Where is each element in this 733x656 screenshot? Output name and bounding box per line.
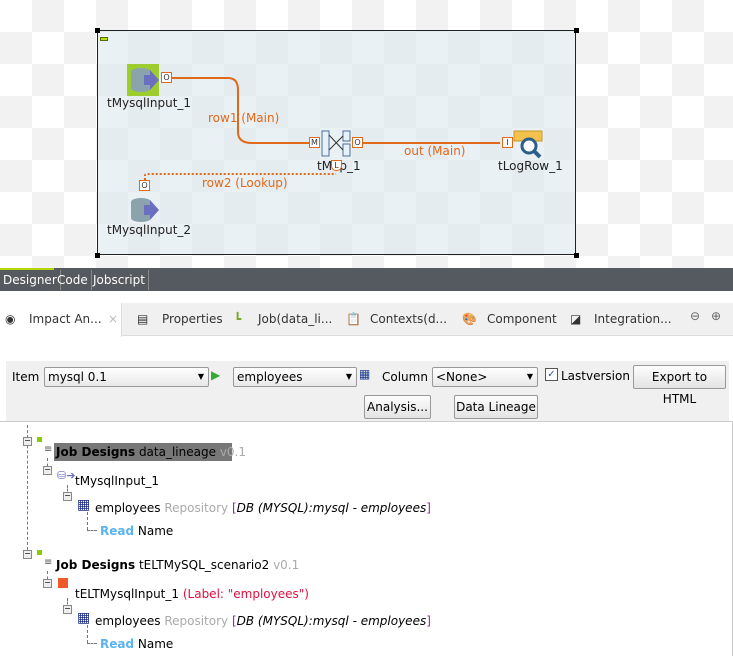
connector-out-icon[interactable]: O (139, 180, 150, 191)
job-prefix: Job Designs (56, 558, 136, 572)
collapse-toggle[interactable]: − (43, 466, 52, 475)
job-prefix: Job Designs (56, 445, 136, 459)
link-label[interactable]: row2 (Lookup) (202, 176, 288, 190)
properties-icon: ▤ (137, 312, 149, 326)
job-version: v0.1 (219, 445, 246, 459)
link-label[interactable]: out (Main) (404, 144, 465, 158)
tree-component-item[interactable]: tMysqlInput_1 (75, 474, 159, 488)
connector-out-icon[interactable]: O (161, 72, 172, 83)
tree-column-item[interactable]: Read Name (100, 524, 173, 538)
job-name: tELTMySQL_scenario2 (138, 558, 270, 572)
item-label: Item (12, 370, 40, 384)
item-select[interactable]: mysql 0.1 (44, 367, 209, 387)
mysql-input-icon: ⛁➔ (57, 469, 76, 482)
mysql-input-icon (131, 198, 159, 222)
collapse-toggle[interactable]: − (23, 437, 32, 446)
job-icon: ┗ (234, 312, 242, 326)
column-name: Name (137, 524, 174, 538)
contexts-icon: 📋 (346, 312, 361, 326)
table-select[interactable]: employees (233, 367, 357, 387)
job-icon: ≡ (44, 444, 53, 455)
tree-component-item[interactable]: tELTMysqlInput_1 (Label: "employees") (75, 587, 309, 601)
connector-out-icon[interactable]: O (352, 137, 363, 148)
tab-code[interactable]: Code (54, 270, 92, 290)
connector-main-icon[interactable]: M (309, 137, 320, 148)
connector-lookup-icon[interactable]: L (331, 160, 342, 171)
table-icon: ▦ (359, 367, 371, 381)
collapse-toggle[interactable]: − (63, 605, 72, 614)
access-type: Read (100, 524, 135, 538)
table-name: employees (95, 501, 161, 515)
tree-table-item[interactable]: employees Repository [DB (MYSQL):mysql -… (95, 614, 431, 628)
column-label: Column (382, 370, 428, 384)
repo-label: Repository (164, 614, 229, 628)
access-type: Read (100, 637, 135, 651)
eye-icon: ◉ (5, 312, 16, 326)
repo-label: Repository (164, 501, 229, 515)
collapse-toggle[interactable]: − (43, 579, 52, 588)
job-version: v0.1 (273, 558, 300, 572)
tab-designer[interactable]: Designer (0, 270, 61, 290)
collapse-toggle[interactable]: − (63, 492, 72, 501)
component-label[interactable]: tLogRow_1 (498, 159, 563, 173)
tab-job[interactable]: Job(data_li... (258, 303, 332, 336)
repo-path: DB (MYSQL):mysql - employees (236, 614, 427, 628)
integration-icon: ◪ (570, 312, 582, 326)
lastversion-checkbox[interactable]: ✓ (545, 368, 558, 381)
analysis-button[interactable]: Analysis... (364, 395, 431, 419)
component-label[interactable]: tMysqlInput_1 (107, 96, 191, 110)
data-lineage-button[interactable]: Data Lineage (454, 395, 538, 419)
component-label: (Label: "employees") (182, 587, 309, 601)
repo-path: DB (MYSQL):mysql - employees (236, 501, 427, 515)
tab-component[interactable]: Component (487, 303, 557, 336)
tree-table-item[interactable]: employees Repository [DB (MYSQL):mysql -… (95, 501, 431, 515)
elt-input-icon (58, 578, 68, 588)
lastversion-label: Lastversion (561, 369, 630, 383)
component-name: tELTMysqlInput_1 (75, 587, 180, 601)
component-label[interactable]: tMysqlInput_2 (107, 223, 191, 237)
job-icon: ≡ (44, 557, 53, 568)
tree-column-item[interactable]: Read Name (100, 637, 173, 651)
tab-jobscript[interactable]: Jobscript (90, 270, 149, 290)
tree-job-item[interactable]: Job Designs data_lineage v0.1 (56, 445, 246, 459)
logrow-icon (513, 130, 543, 159)
close-tab-icon[interactable]: × (108, 303, 118, 336)
minimize-icon[interactable]: ⊖ (690, 300, 700, 333)
tab-label[interactable]: Impact An... (29, 303, 102, 336)
tab-integration[interactable]: Integration... (594, 303, 672, 336)
job-name: data_lineage (138, 445, 216, 459)
tree-job-item[interactable]: Job Designs tELTMySQL_scenario2 v0.1 (56, 558, 299, 572)
tab-properties[interactable]: Properties (162, 303, 223, 336)
connector-input-icon[interactable]: I (502, 137, 513, 148)
tab-contexts[interactable]: Contexts(d... (370, 303, 447, 336)
table-icon: ▦ (77, 497, 91, 513)
palette-icon: 🎨 (462, 312, 477, 326)
collapse-toggle[interactable]: − (23, 550, 32, 559)
export-html-button[interactable]: Export to HTML (633, 365, 726, 406)
table-icon: ▦ (77, 610, 91, 626)
maximize-icon[interactable]: ⊕ (711, 300, 721, 333)
column-select[interactable]: <None> (432, 367, 538, 387)
column-name: Name (137, 637, 174, 651)
tmap-icon (321, 130, 351, 157)
table-name: employees (95, 614, 161, 628)
link-label[interactable]: row1 (Main) (208, 111, 279, 125)
table-link-icon: ▶ (211, 368, 221, 382)
